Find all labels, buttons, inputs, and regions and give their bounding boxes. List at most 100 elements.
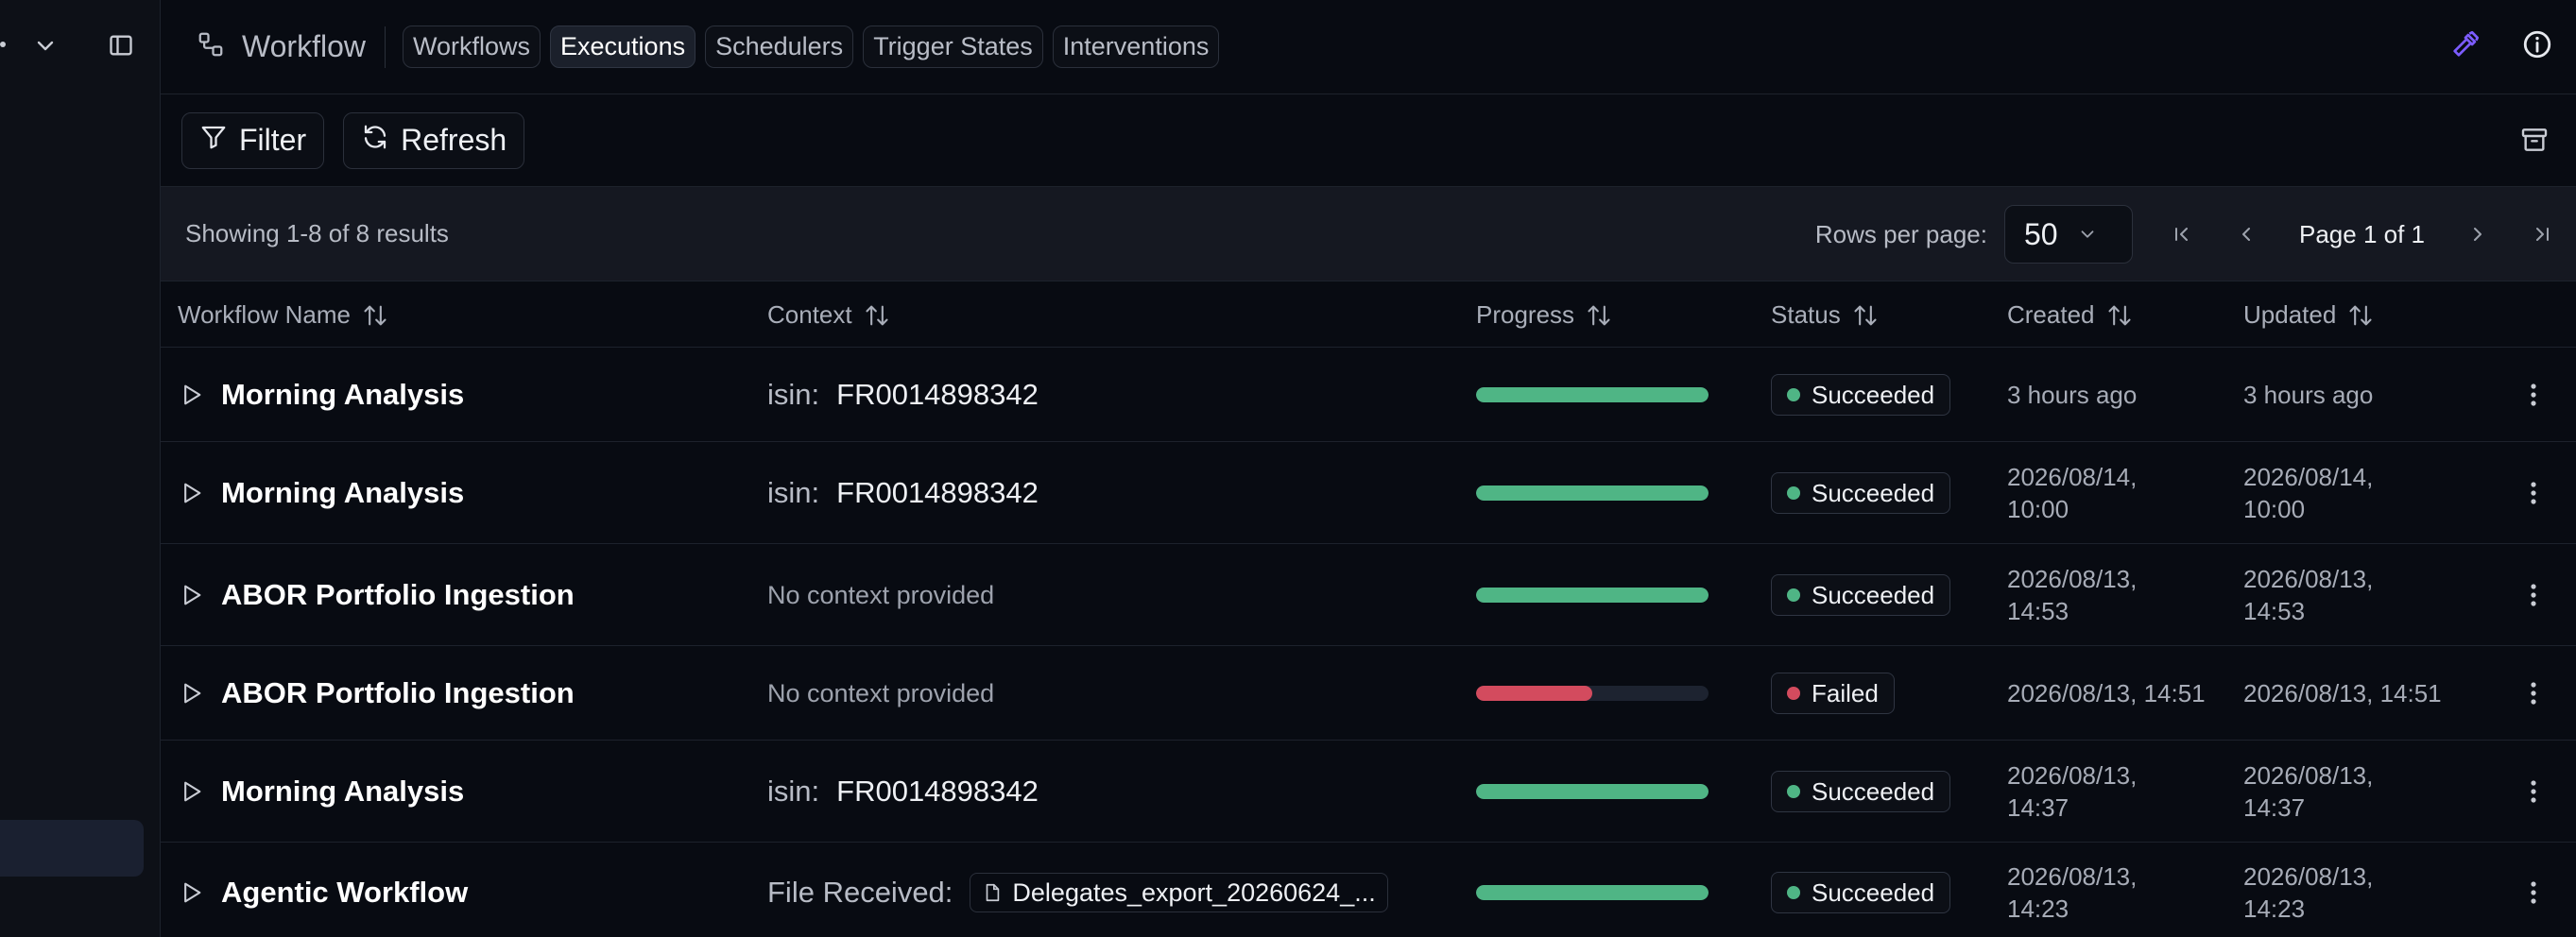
created-line-2: 10:00 [2007,495,2069,523]
chevron-down-icon[interactable] [32,32,59,59]
progress-fill [1476,784,1709,799]
updated-line-1: 2026/08/13, [2243,862,2374,891]
progress-bar [1476,588,1709,603]
sort-icon [1854,305,1877,325]
progress-cell [1476,442,1709,544]
more-options-icon[interactable] [2519,878,2548,907]
sidebar-toggle-icon[interactable] [106,30,136,60]
file-name: Delegates_export_20260624_... [1012,877,1376,907]
first-page-icon[interactable] [2167,219,2197,249]
status-cell: Succeeded [1771,442,1951,544]
column-header-created[interactable]: Created [2007,300,2133,330]
progress-fill [1476,686,1592,701]
created-line-2: 14:53 [2007,597,2069,625]
table-row[interactable]: Morning Analysis isin: FR0014898342 Succe… [161,741,2576,843]
tab-trigger-states[interactable]: Trigger States [863,26,1043,68]
status-badge: Succeeded [1771,872,1951,913]
previous-page-icon[interactable] [2231,219,2261,249]
created-line-1: 3 hours ago [2007,381,2138,409]
status-cell: Succeeded [1771,843,1951,937]
more-options-icon[interactable] [2519,679,2548,707]
rows-per-page-value: 50 [2024,216,2058,251]
workflow-name[interactable]: ABOR Portfolio Ingestion [221,578,575,612]
last-page-icon[interactable] [2527,219,2557,249]
file-chip[interactable]: Delegates_export_20260624_... [970,873,1388,912]
toolbar: Filter Refresh [161,94,2576,187]
progress-bar [1476,486,1709,501]
workflow-name[interactable]: Morning Analysis [221,476,464,510]
table-row[interactable]: ABOR Portfolio Ingestion No context prov… [161,646,2576,741]
column-header-workflow-name[interactable]: Workflow Name [178,300,388,330]
progress-cell [1476,544,1709,646]
table-row[interactable]: ABOR Portfolio Ingestion No context prov… [161,544,2576,646]
updated-cell: 3 hours ago [2243,348,2373,442]
workflow-name[interactable]: Morning Analysis [221,775,464,809]
expand-row-icon[interactable] [178,582,204,608]
sort-icon [866,305,888,325]
more-options-icon[interactable] [2519,479,2548,507]
refresh-label: Refresh [401,123,507,157]
table-row[interactable]: Morning Analysis isin: FR0014898342 Succe… [161,442,2576,544]
top-right-actions [2449,28,2553,65]
file-icon [982,882,1003,903]
created-line-1: 2026/08/13, [2007,565,2138,593]
status-dot-icon [1787,388,1800,401]
info-icon[interactable] [2521,28,2553,65]
sidebar [0,0,161,937]
expand-row-icon[interactable] [178,778,204,805]
refresh-button[interactable]: Refresh [343,111,525,169]
top-bar: Workflow Workflows Executions Schedulers… [161,0,2576,94]
column-label: Context [767,300,852,329]
tab-workflows[interactable]: Workflows [402,26,541,68]
rows-per-page-label: Rows per page: [1814,219,1987,248]
column-header-context[interactable]: Context [767,300,890,330]
status-label: Succeeded [1812,877,1935,907]
sidebar-item-active[interactable] [0,820,144,877]
expand-row-icon[interactable] [178,680,204,707]
expand-row-icon[interactable] [178,879,204,906]
status-badge: Failed [1771,673,1895,714]
created-cell: 2026/08/13, 14:37 [2007,741,2137,843]
sort-icon [2349,305,2372,325]
created-line-1: 2026/08/13, 14:51 [2007,679,2206,707]
table-row[interactable]: Morning Analysis isin: FR0014898342 Succe… [161,348,2576,442]
column-header-updated[interactable]: Updated [2243,300,2374,330]
workflow-name-cell: ABOR Portfolio Ingestion [178,544,575,646]
filter-button[interactable]: Filter [181,111,325,169]
created-line-2: 14:23 [2007,894,2069,923]
context-key: isin: [767,775,820,808]
tab-schedulers[interactable]: Schedulers [705,26,854,68]
more-options-icon[interactable] [2519,777,2548,806]
expand-row-icon[interactable] [178,480,204,506]
column-header-progress[interactable]: Progress [1476,300,1612,330]
status-dot-icon [1787,886,1800,899]
progress-cell [1476,741,1709,843]
archive-icon[interactable] [2519,125,2550,160]
status-label: Succeeded [1812,580,1935,609]
created-cell: 2026/08/13, 14:51 [2007,646,2206,741]
more-options-icon[interactable] [2519,581,2548,609]
created-cell: 2026/08/13, 14:53 [2007,544,2137,646]
status-dot-icon [1787,486,1800,500]
created-cell: 2026/08/14, 10:00 [2007,442,2137,544]
column-header-status[interactable]: Status [1771,300,1879,330]
rows-per-page-select[interactable]: 50 [2004,205,2133,264]
updated-line-1: 2026/08/14, [2243,463,2374,491]
table-row[interactable]: Agentic Workflow File Received: Delegates… [161,843,2576,937]
next-page-icon[interactable] [2463,219,2493,249]
pagination-controls: Rows per page: 50 Page 1 of 1 [1815,204,2557,264]
status-dot-icon [1787,588,1800,602]
workflow-name[interactable]: Morning Analysis [221,378,464,412]
expand-row-icon[interactable] [178,382,204,408]
status-cell: Succeeded [1771,348,1951,442]
workflow-name[interactable]: Agentic Workflow [221,876,468,910]
tab-executions[interactable]: Executions [550,26,696,68]
workflow-name[interactable]: ABOR Portfolio Ingestion [221,676,575,710]
tab-interventions[interactable]: Interventions [1052,26,1220,68]
status-badge: Succeeded [1771,771,1951,812]
more-options-icon[interactable] [2519,381,2548,409]
status-badge: Succeeded [1771,574,1951,616]
created-line-1: 2026/08/14, [2007,463,2138,491]
hammer-icon[interactable] [2449,28,2482,65]
updated-line-2: 14:37 [2243,793,2306,822]
